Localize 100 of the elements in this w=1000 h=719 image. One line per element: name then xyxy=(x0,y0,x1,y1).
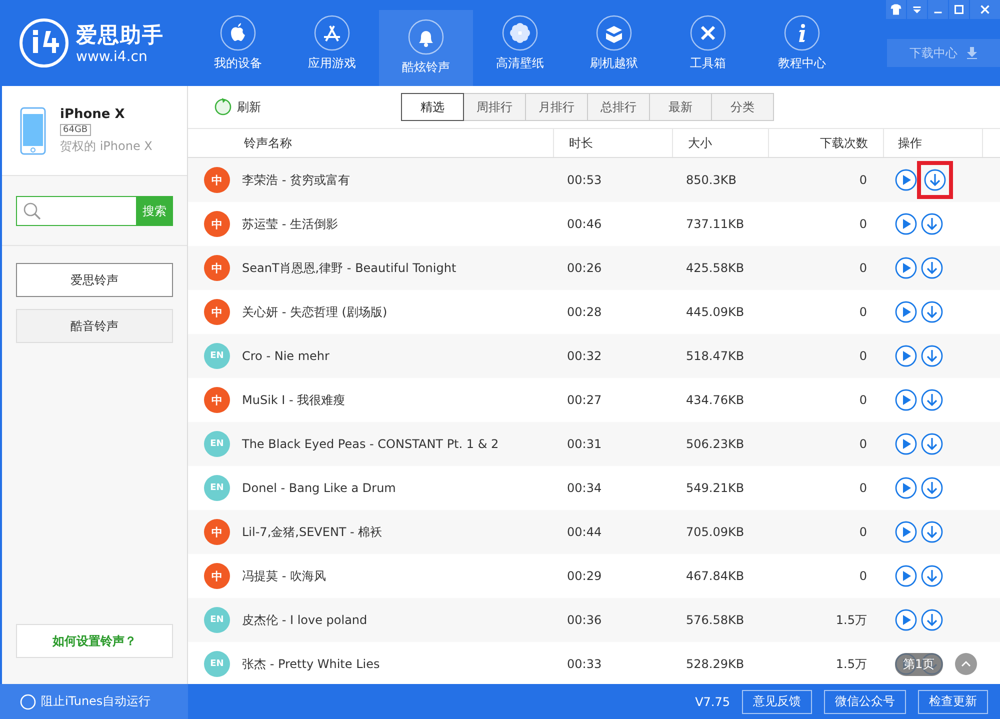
version-label: V7.75 xyxy=(695,694,730,708)
play-icon[interactable] xyxy=(895,565,917,587)
language-badge: EN xyxy=(204,431,230,457)
search-button[interactable]: 搜索 xyxy=(136,196,173,226)
duration-cell-text: 00:27 xyxy=(566,393,603,407)
size-cell-text: 528.29KB xyxy=(685,657,746,671)
filter-tab[interactable]: 月排行 xyxy=(525,93,588,121)
download-icon[interactable] xyxy=(921,477,943,499)
filter-tab[interactable]: 总排行 xyxy=(587,93,650,121)
download-count: 0 xyxy=(858,437,868,451)
dropdown-icon[interactable] xyxy=(907,0,927,19)
play-icon[interactable] xyxy=(895,169,917,191)
nav-tab[interactable]: 工具箱 xyxy=(661,0,755,86)
download-count: 1.5万 xyxy=(834,612,868,628)
download-icon[interactable] xyxy=(921,521,943,543)
language-badge: EN xyxy=(204,475,230,501)
play-icon[interactable] xyxy=(895,609,917,631)
download-count: 1.5万 xyxy=(834,656,868,672)
logo-icon xyxy=(18,17,70,69)
ringtone-source-button[interactable]: 酷音铃声 xyxy=(16,309,173,343)
language-badge: 中 xyxy=(204,211,230,237)
footer-button[interactable]: 检查更新 xyxy=(918,690,988,714)
ringtone-name: Lil-7,金猪,SEVENT - 棉袄 xyxy=(242,524,384,540)
scroll-top-icon[interactable] xyxy=(955,653,977,675)
download-icon[interactable] xyxy=(921,433,943,455)
ringtone-name: 苏运莹 - 生活倒影 xyxy=(242,216,339,232)
download-count: 0 xyxy=(858,217,868,231)
download-icon[interactable] xyxy=(924,169,946,191)
shirt-icon[interactable] xyxy=(886,0,906,19)
play-icon[interactable] xyxy=(895,389,917,411)
play-icon[interactable] xyxy=(895,433,917,455)
play-icon[interactable] xyxy=(895,213,917,235)
play-icon[interactable] xyxy=(895,257,917,279)
info-icon xyxy=(784,14,820,50)
nav-tab[interactable]: 高清壁纸 xyxy=(473,0,567,86)
download-icon xyxy=(966,47,978,59)
download-icon[interactable] xyxy=(921,301,943,323)
column-header: 大小 xyxy=(673,129,769,157)
maximize-icon[interactable] xyxy=(949,0,969,19)
duration-cell-text: 00:29 xyxy=(566,569,603,583)
language-badge: 中 xyxy=(204,299,230,325)
download-count: 0 xyxy=(858,173,868,187)
ringtone-name: 关心妍 - 失恋哲理 (剧场版) xyxy=(242,304,388,320)
search-field[interactable] xyxy=(16,196,136,226)
filter-tab[interactable]: 精选 xyxy=(401,93,464,121)
ringtone-name: 李荣浩 - 贫穷或富有 xyxy=(242,172,351,188)
ringtone-name: 冯提莫 - 吹海风 xyxy=(242,568,327,584)
download-icon[interactable] xyxy=(921,565,943,587)
duration-cell-text: 00:36 xyxy=(566,613,603,627)
ringtone-name: 张杰 - Pretty White Lies xyxy=(242,656,381,672)
nav-tab[interactable]: 教程中心 xyxy=(755,0,849,86)
download-count: 0 xyxy=(858,305,868,319)
nav-tab[interactable]: 刷机越狱 xyxy=(567,0,661,86)
download-count: 0 xyxy=(858,349,868,363)
duration-cell-text: 00:32 xyxy=(566,349,603,363)
search-icon xyxy=(23,202,41,220)
refresh-button[interactable]: 刷新 xyxy=(208,97,267,117)
duration-cell-text: 00:26 xyxy=(566,261,603,275)
refresh-icon xyxy=(214,98,232,116)
storage-tag: 64GB xyxy=(60,124,91,136)
filter-tab[interactable]: 分类 xyxy=(711,93,774,121)
language-badge: 中 xyxy=(204,563,230,589)
nav-tab[interactable]: 我的设备 xyxy=(191,0,285,86)
app-name: 爱思助手 xyxy=(76,22,164,49)
footer-button[interactable]: 意见反馈 xyxy=(742,690,812,714)
size-cell-text: 445.09KB xyxy=(685,305,746,319)
help-link-button[interactable]: 如何设置铃声？ xyxy=(16,624,173,658)
download-center-button[interactable]: 下载中心 xyxy=(887,39,1000,67)
close-icon[interactable] xyxy=(970,0,1000,19)
nav-tab[interactable]: 应用游戏 xyxy=(285,0,379,86)
play-icon[interactable] xyxy=(895,477,917,499)
download-icon[interactable] xyxy=(921,345,943,367)
nav-tab[interactable]: 酷炫铃声 xyxy=(379,10,473,86)
filter-tab[interactable]: 周排行 xyxy=(463,93,526,121)
language-badge: EN xyxy=(204,343,230,369)
download-icon[interactable] xyxy=(921,609,943,631)
ringtone-name: 皮杰伦 - I love poland xyxy=(242,612,368,628)
duration-cell-text: 00:34 xyxy=(566,481,603,495)
radio-icon xyxy=(20,694,36,710)
footer-button[interactable]: 微信公众号 xyxy=(824,690,906,714)
play-icon[interactable] xyxy=(895,345,917,367)
download-icon[interactable] xyxy=(921,257,943,279)
download-count: 0 xyxy=(858,569,868,583)
play-icon[interactable] xyxy=(895,301,917,323)
download-icon[interactable] xyxy=(921,213,943,235)
duration-cell-text: 00:31 xyxy=(566,437,603,451)
size-cell-text: 737.11KB xyxy=(685,217,746,231)
app-store-icon xyxy=(314,14,350,50)
column-header: 操作 xyxy=(884,129,983,157)
duration-cell-text: 00:44 xyxy=(566,525,603,539)
ringtone-source-button[interactable]: 爱思铃声 xyxy=(16,263,173,297)
language-badge: EN xyxy=(204,651,230,677)
size-cell-text: 850.3KB xyxy=(685,173,738,187)
play-icon[interactable] xyxy=(895,521,917,543)
ringtone-name: Cro - Nie mehr xyxy=(242,349,330,363)
language-badge: 中 xyxy=(204,255,230,281)
download-icon[interactable] xyxy=(921,389,943,411)
device-name: iPhone X xyxy=(60,106,125,122)
download-count: 0 xyxy=(858,393,868,407)
filter-tab[interactable]: 最新 xyxy=(649,93,712,121)
